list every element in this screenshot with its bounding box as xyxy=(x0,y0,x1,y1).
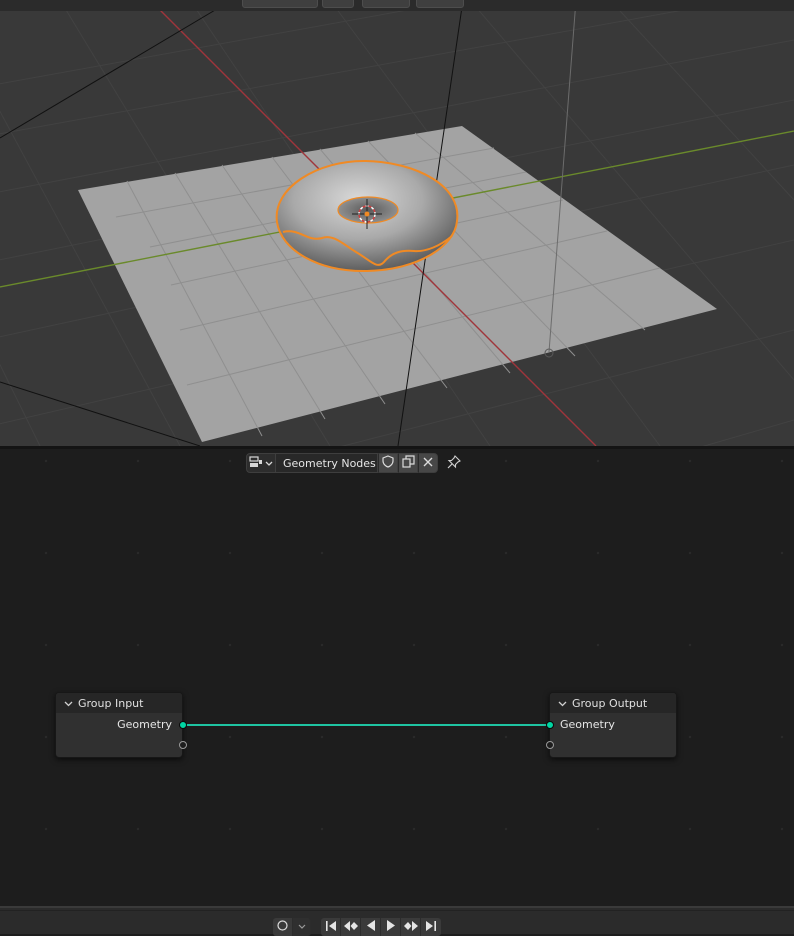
pin-button[interactable] xyxy=(444,453,464,473)
group-input-geometry-row: Geometry xyxy=(56,718,182,731)
playback-controls xyxy=(273,918,441,936)
play-reverse-icon xyxy=(366,920,376,934)
prev-keyframe-icon xyxy=(343,920,358,934)
next-keyframe-icon xyxy=(403,920,418,934)
node-title: Group Output xyxy=(572,696,648,710)
play-reverse-button[interactable] xyxy=(361,918,381,936)
dropdown-icon xyxy=(298,922,306,933)
socket-label: Geometry xyxy=(117,718,172,731)
editor-type-selector[interactable] xyxy=(246,453,276,473)
close-icon xyxy=(423,457,433,470)
donut-object[interactable] xyxy=(275,159,459,273)
timeline-divider xyxy=(0,910,794,911)
fake-user-button[interactable] xyxy=(378,453,398,473)
geometry-node-tree-icon xyxy=(249,455,263,471)
select-tool[interactable] xyxy=(322,0,354,8)
prev-keyframe-button[interactable] xyxy=(341,918,361,936)
keyframe-button[interactable] xyxy=(273,918,293,936)
next-keyframe-button[interactable] xyxy=(401,918,421,936)
timeline-header xyxy=(0,906,794,936)
view-tool[interactable] xyxy=(242,0,318,8)
group-input-header[interactable]: Group Input xyxy=(56,693,182,713)
group-input-empty-socket[interactable] xyxy=(179,741,187,749)
viewport-header xyxy=(0,0,794,11)
pin-icon xyxy=(447,454,461,472)
node-editor-header: Geometry Nodes xyxy=(246,453,464,473)
play-button[interactable] xyxy=(381,918,401,936)
snap-tool[interactable] xyxy=(362,0,410,8)
shading-tool[interactable] xyxy=(416,0,464,8)
chevron-down-icon[interactable] xyxy=(558,697,567,710)
group-output-geometry-row: Geometry xyxy=(550,718,676,731)
play-icon xyxy=(386,920,396,934)
jump-end-button[interactable] xyxy=(421,918,441,936)
group-input-geometry-socket[interactable] xyxy=(179,721,187,729)
group-output-geometry-socket[interactable] xyxy=(546,721,554,729)
chevron-down-icon xyxy=(265,457,273,470)
shield-icon xyxy=(382,455,394,471)
unlink-button[interactable] xyxy=(418,453,438,473)
duplicate-button[interactable] xyxy=(398,453,418,473)
keyframe-icon xyxy=(277,920,288,934)
node-title: Group Input xyxy=(78,696,144,710)
duplicate-icon xyxy=(401,455,415,471)
group-output-header[interactable]: Group Output xyxy=(550,693,676,713)
group-input-node[interactable]: Group Input Geometry xyxy=(55,692,187,758)
group-output-node[interactable]: Group Output Geometry xyxy=(546,692,677,758)
jump-start-button[interactable] xyxy=(321,918,341,936)
viewport-scene[interactable] xyxy=(0,0,794,446)
node-editor[interactable]: Geometry Nodes Group Input Geometry Grou… xyxy=(0,449,794,906)
3d-viewport[interactable] xyxy=(0,0,794,446)
jump-end-icon xyxy=(425,920,437,934)
nodegroup-name-field[interactable]: Geometry Nodes xyxy=(276,453,378,473)
group-output-empty-socket[interactable] xyxy=(546,741,554,749)
chevron-down-icon[interactable] xyxy=(64,697,73,710)
node-link-layer xyxy=(183,724,549,726)
socket-label: Geometry xyxy=(560,718,615,731)
jump-start-icon xyxy=(325,920,337,934)
keying-dropdown[interactable] xyxy=(293,918,311,936)
